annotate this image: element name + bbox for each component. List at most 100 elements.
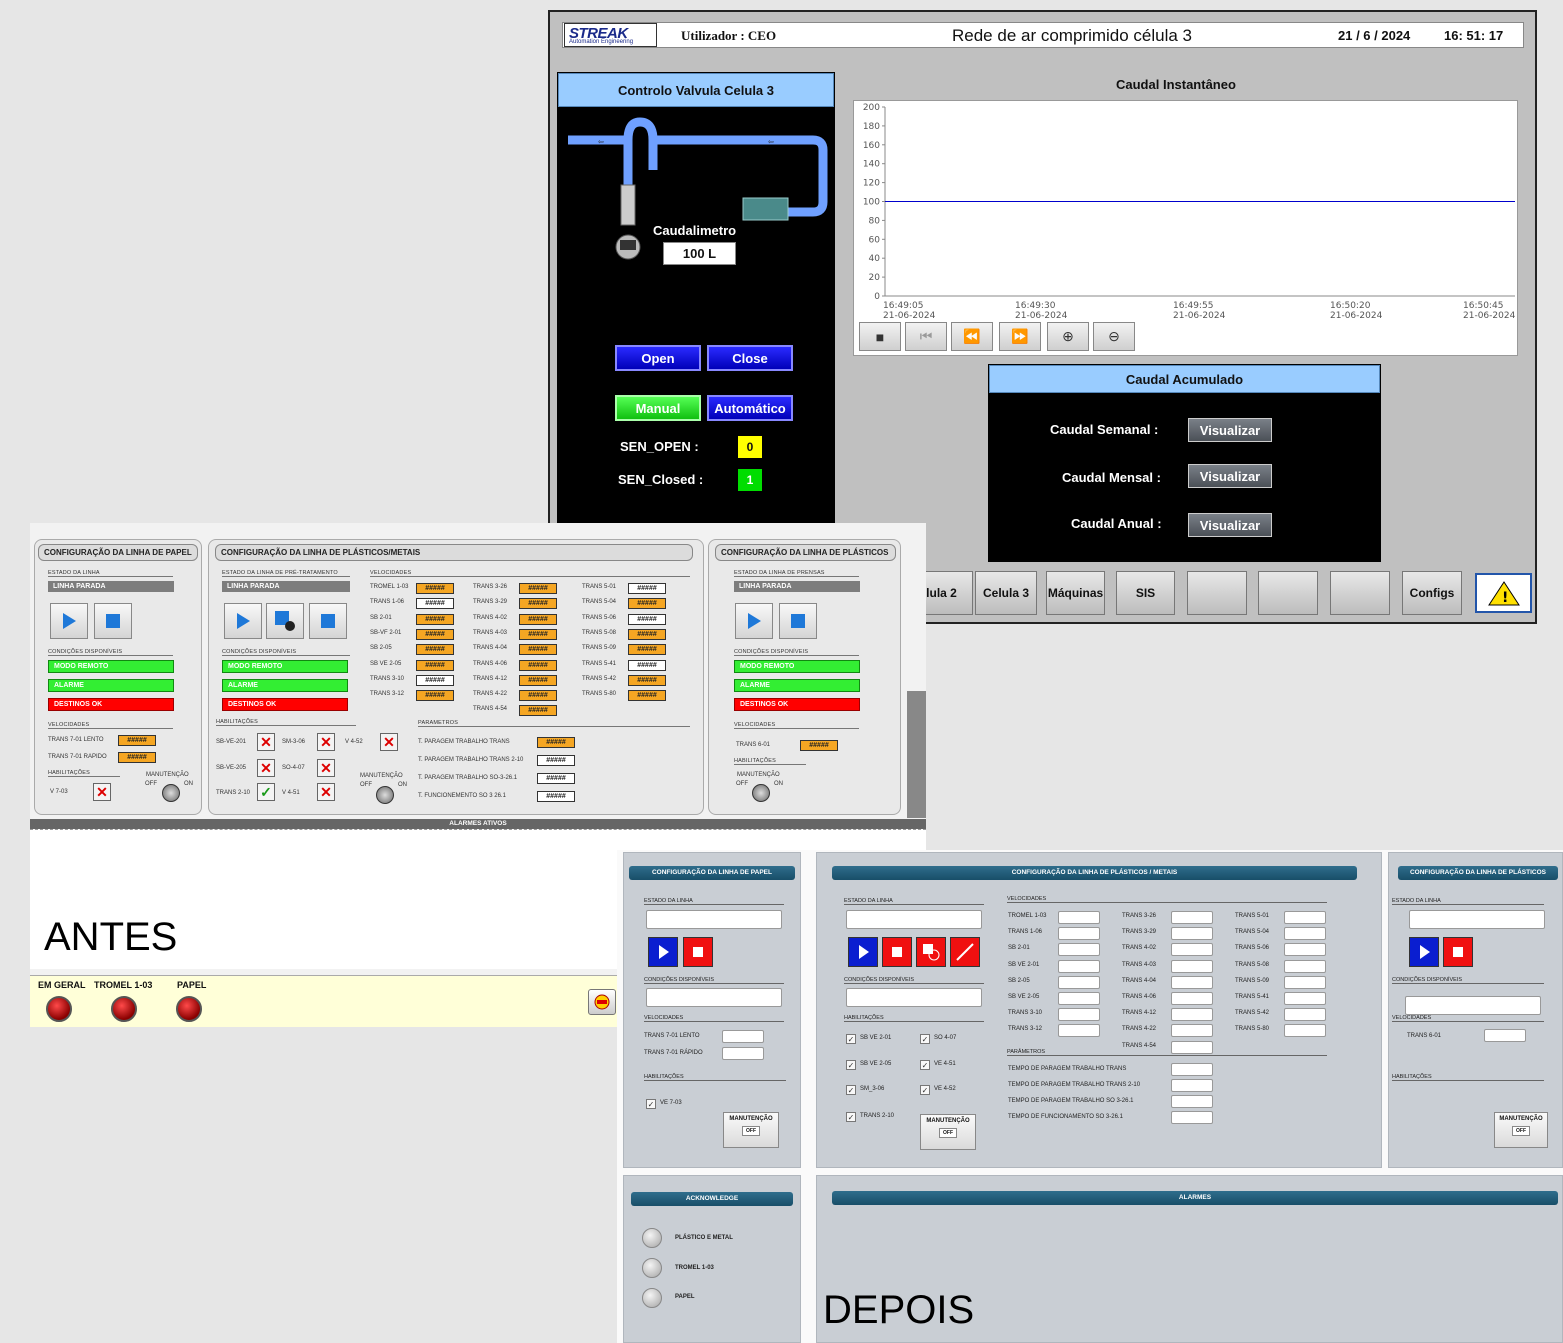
depois-plastico-v1-field[interactable] (1484, 1029, 1526, 1042)
antes-plast-p1-field[interactable]: ##### (537, 755, 575, 766)
antes-speed-field[interactable]: ##### (628, 628, 666, 640)
nav-empty-3[interactable] (1330, 571, 1390, 615)
antes-plast-h5-checkbox[interactable]: ✓ (257, 783, 275, 801)
antes-speed-field[interactable]: ##### (628, 690, 666, 702)
antes-speed-field[interactable]: ##### (628, 644, 666, 656)
antes-plast-h4-checkbox[interactable]: ✕ (317, 759, 335, 777)
zoom-out-icon[interactable]: ⊖ (1093, 322, 1135, 351)
antes-speed-field[interactable]: ##### (519, 644, 557, 656)
depois-speed-field[interactable] (1284, 1008, 1326, 1022)
depois-speed-field[interactable] (1284, 1024, 1326, 1038)
antes-plast-stop-button[interactable] (309, 603, 347, 639)
annual-view-button[interactable]: Visualizar (1188, 513, 1272, 537)
nav-celula-3[interactable]: Celula 3 (975, 571, 1037, 615)
antes-speed-field[interactable]: ##### (416, 690, 454, 702)
depois-plast-mant-switch[interactable]: MANUTENÇÃO OFF (920, 1114, 976, 1150)
antes-speed-field[interactable]: ##### (519, 628, 557, 640)
depois-plast-h2-checkbox[interactable]: ✓ (846, 1060, 856, 1070)
antes-plastico-v1-field[interactable]: ##### (800, 740, 838, 751)
antes-speed-field[interactable]: ##### (519, 659, 557, 671)
antes-speed-field[interactable]: ##### (628, 583, 666, 594)
depois-plastico-play-button[interactable] (1409, 937, 1439, 967)
depois-plast-h6-checkbox[interactable]: ✓ (846, 1112, 856, 1122)
weekly-view-button[interactable]: Visualizar (1188, 418, 1272, 442)
antes-plast-p2-field[interactable]: ##### (537, 773, 575, 784)
antes-papel-stop-button[interactable] (94, 603, 132, 639)
antes-plast-p0-field[interactable]: ##### (537, 737, 575, 748)
depois-speed-field[interactable] (1284, 992, 1326, 1005)
depois-speed-field[interactable] (1058, 1024, 1100, 1038)
antes-plast-timer-stop-button[interactable] (266, 603, 304, 639)
antes-papel-play-button[interactable] (50, 603, 88, 639)
depois-papel-v2-field[interactable] (722, 1047, 764, 1060)
depois-papel-mant-switch[interactable]: MANUTENÇÃO OFF (723, 1112, 779, 1148)
depois-speed-field[interactable] (1284, 911, 1326, 924)
antes-plast-h6-checkbox[interactable]: ✕ (317, 783, 335, 801)
antes-plast-play-button[interactable] (224, 603, 262, 639)
depois-speed-field[interactable] (1284, 943, 1326, 957)
antes-speed-field[interactable]: ##### (519, 598, 557, 610)
depois-plast-h4-checkbox[interactable]: ✓ (846, 1085, 856, 1095)
antes-plastico-stop-button[interactable] (779, 603, 817, 639)
depois-speed-field[interactable] (1058, 959, 1100, 973)
antes-papel-h1-checkbox[interactable]: ✕ (93, 783, 111, 801)
antes-plast-mant-switch[interactable] (376, 786, 394, 804)
antes-plast-h1-checkbox[interactable]: ✕ (317, 733, 335, 751)
antes-speed-field[interactable]: ##### (416, 583, 454, 594)
depois-plast-timer-stop-button[interactable] (916, 937, 946, 967)
antes-speed-field[interactable]: ##### (519, 583, 557, 594)
depois-speed-field[interactable] (1171, 975, 1213, 989)
depois-plast-p2-field[interactable] (1171, 1095, 1213, 1108)
antes-plast-h0-checkbox[interactable]: ✕ (257, 733, 275, 751)
antes-papel-mant-switch[interactable] (162, 784, 180, 802)
depois-plast-play-button[interactable] (848, 937, 878, 967)
depois-ack-led-papel[interactable] (642, 1288, 662, 1308)
nav-empty-2[interactable] (1258, 571, 1318, 615)
antes-speed-field[interactable]: ##### (628, 659, 666, 671)
depois-speed-field[interactable] (1171, 1040, 1213, 1054)
antes-speed-field[interactable]: ##### (416, 659, 454, 671)
antes-plast-h2-checkbox[interactable]: ✕ (380, 733, 398, 751)
depois-plast-h0-checkbox[interactable]: ✓ (846, 1034, 856, 1044)
stop-icon[interactable]: ■ (859, 322, 901, 351)
nav-maquinas[interactable]: Máquinas (1046, 571, 1105, 615)
depois-speed-field[interactable] (1284, 975, 1326, 989)
depois-ack-led-tromel[interactable] (642, 1258, 662, 1278)
open-button[interactable]: Open (615, 345, 701, 371)
antes-plast-h3-checkbox[interactable]: ✕ (257, 759, 275, 777)
depois-speed-field[interactable] (1058, 1008, 1100, 1022)
antes-papel-v2-field[interactable]: ##### (118, 752, 156, 763)
zoom-in-icon[interactable]: ⊕ (1047, 322, 1089, 351)
depois-speed-field[interactable] (1058, 927, 1100, 941)
nav-configs[interactable]: Configs (1402, 571, 1462, 615)
depois-plast-p3-field[interactable] (1171, 1111, 1213, 1124)
depois-papel-h1-checkbox[interactable]: ✓ (646, 1099, 656, 1109)
antes-scrollbar[interactable] (907, 691, 926, 818)
depois-plast-h3-checkbox[interactable]: ✓ (920, 1060, 930, 1070)
depois-plast-p1-field[interactable] (1171, 1079, 1213, 1092)
automatic-button[interactable]: Automático (707, 395, 793, 421)
nav-empty-1[interactable] (1187, 571, 1247, 615)
depois-speed-field[interactable] (1171, 927, 1213, 941)
antes-speed-field[interactable]: ##### (519, 705, 557, 717)
antes-papel-v1-field[interactable]: ##### (118, 735, 156, 746)
antes-speed-field[interactable]: ##### (519, 690, 557, 702)
depois-plast-disable-button[interactable] (950, 937, 980, 967)
depois-plastico-mant-switch[interactable]: MANUTENÇÃO OFF (1494, 1112, 1548, 1148)
antes-plastico-play-button[interactable] (735, 603, 773, 639)
depois-plast-p0-field[interactable] (1171, 1063, 1213, 1076)
depois-papel-stop-button[interactable] (683, 937, 713, 967)
depois-speed-field[interactable] (1284, 959, 1326, 973)
antes-plastico-mant-switch[interactable] (752, 784, 770, 802)
antes-speed-field[interactable]: ##### (628, 674, 666, 686)
depois-speed-field[interactable] (1171, 959, 1213, 973)
antes-speed-field[interactable]: ##### (628, 598, 666, 610)
depois-papel-play-button[interactable] (648, 937, 678, 967)
depois-speed-field[interactable] (1058, 975, 1100, 989)
depois-plast-h5-checkbox[interactable]: ✓ (920, 1085, 930, 1095)
depois-speed-field[interactable] (1171, 1008, 1213, 1022)
warning-icon[interactable]: ! (1475, 573, 1532, 613)
monthly-view-button[interactable]: Visualizar (1188, 464, 1272, 488)
depois-speed-field[interactable] (1171, 943, 1213, 957)
nav-sis[interactable]: SIS (1116, 571, 1175, 615)
